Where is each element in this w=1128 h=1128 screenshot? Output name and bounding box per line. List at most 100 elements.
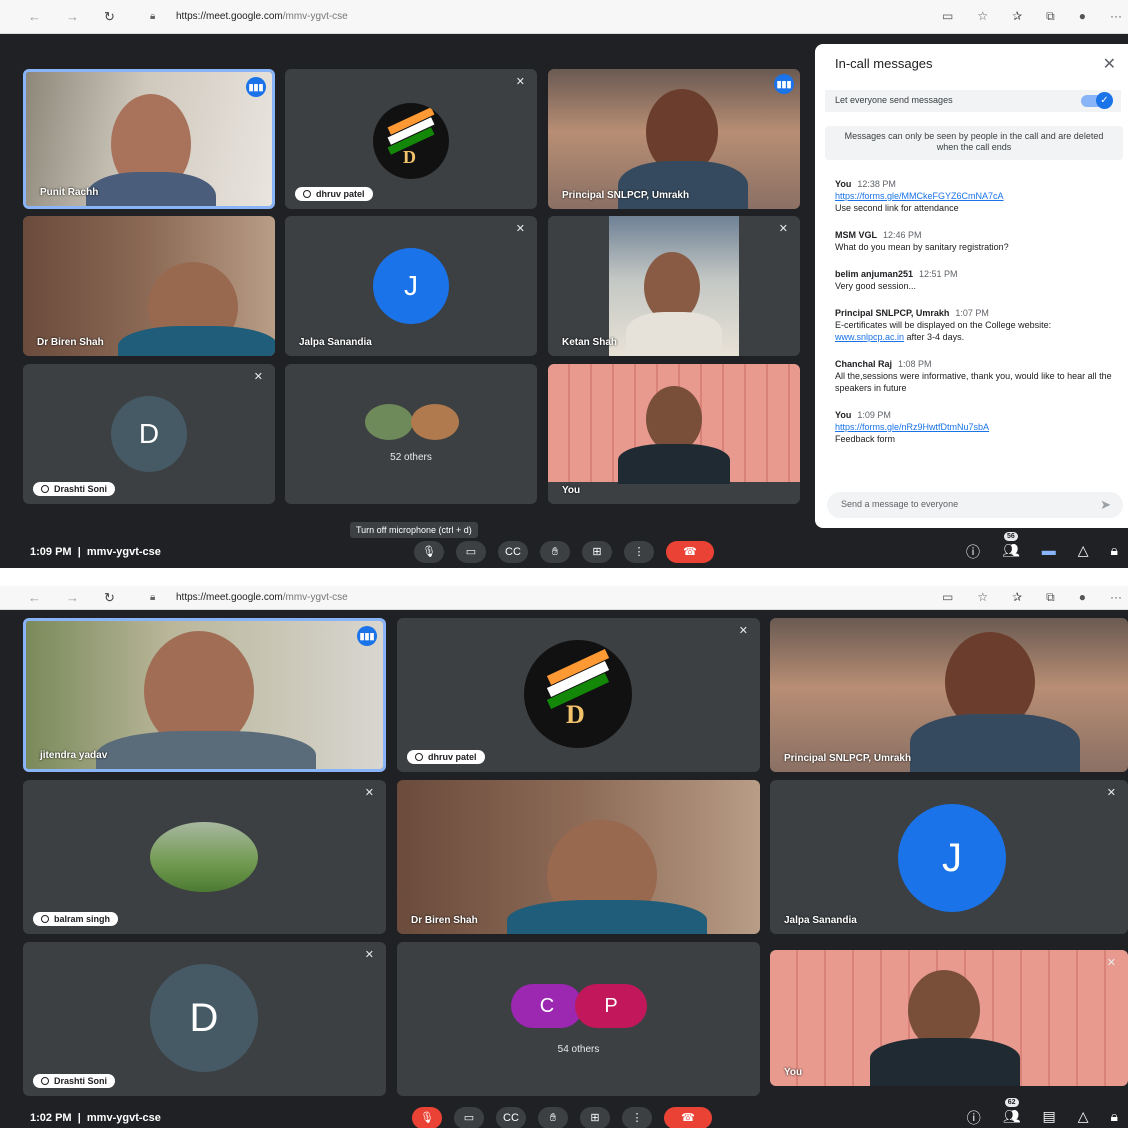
- participant-tile-balram[interactable]: ✕ balram singh: [23, 780, 386, 934]
- message-link[interactable]: https://forms.gle/nRz9HwtfDtmNu7sbA: [835, 422, 989, 432]
- back-icon[interactable]: ←: [28, 9, 41, 24]
- captions-button[interactable]: CC: [498, 541, 528, 563]
- close-icon[interactable]: ✕: [1103, 54, 1116, 74]
- favorites-list-icon[interactable]: ✰: [1012, 590, 1022, 605]
- people-icon[interactable]: 👥︎ 62: [1003, 1098, 1021, 1128]
- camera-permission-icon[interactable]: ▭: [942, 9, 953, 24]
- participant-tile-you[interactable]: ✕ You: [770, 950, 1128, 1086]
- back-icon[interactable]: ←: [28, 590, 41, 605]
- call-controls: 🎙︎ ▭ CC ✋︎ ⊞ ⋮ ☎︎: [414, 541, 714, 563]
- reload-icon[interactable]: ↻: [104, 590, 115, 606]
- avatar: D: [524, 640, 632, 748]
- host-controls-icon[interactable]: 🔒︎: [1111, 1108, 1118, 1128]
- participant-count-badge: 62: [1004, 1098, 1019, 1107]
- meeting-controls-bar: 1:09 PM | mmv-ygvt-cse 🎙︎ ▭ CC ✋︎ ⊞ ⋮ ☎︎…: [0, 532, 1128, 568]
- participant-tile-biren[interactable]: Dr Biren Shah: [23, 216, 275, 356]
- present-button[interactable]: ⊞: [582, 541, 612, 563]
- participant-name: Principal SNLPCP, Umrakh: [562, 190, 690, 201]
- profile-icon[interactable]: ●: [1079, 590, 1086, 605]
- speaking-indicator-icon: ▮▮▮: [246, 77, 266, 97]
- participant-tile-jalpa[interactable]: ✕ J Jalpa Sanandia: [285, 216, 537, 356]
- participant-name-chip: dhruv patel: [295, 187, 373, 201]
- avatar: [411, 404, 459, 440]
- more-icon[interactable]: ···: [1110, 9, 1122, 24]
- profile-icon[interactable]: ●: [1079, 9, 1086, 24]
- send-icon[interactable]: ➤: [1100, 497, 1111, 513]
- lock-icon[interactable]: 🔒︎: [150, 11, 155, 22]
- participant-name: Dr Biren Shah: [411, 915, 478, 926]
- present-button[interactable]: ⊞: [580, 1107, 610, 1128]
- end-call-button[interactable]: ☎︎: [664, 1107, 712, 1128]
- collections-icon[interactable]: ⧉: [1046, 590, 1055, 605]
- collections-icon[interactable]: ⧉: [1046, 9, 1055, 24]
- panel-title: In-call messages: [835, 56, 933, 71]
- participant-name: jitendra yadav: [40, 750, 108, 761]
- raise-hand-button[interactable]: ✋︎: [538, 1107, 568, 1128]
- send-messages-setting: Let everyone send messages: [825, 90, 1121, 112]
- participant-tile-principal[interactable]: ▮▮▮ Principal SNLPCP, Umrakh: [548, 69, 800, 209]
- participant-tile-jitendra[interactable]: ▮▮▮ jitendra yadav: [23, 618, 386, 772]
- participant-name: Principal SNLPCP, Umrakh: [784, 753, 912, 764]
- participant-tile-principal[interactable]: Principal SNLPCP, Umrakh: [770, 618, 1128, 772]
- activities-icon[interactable]: △: [1078, 1108, 1089, 1128]
- end-call-button[interactable]: ☎︎: [666, 541, 714, 563]
- captions-button[interactable]: CC: [496, 1107, 526, 1128]
- favorite-icon[interactable]: ☆: [977, 9, 988, 24]
- address-bar[interactable]: https://meet.google.com/mmv-ygvt-cse: [176, 592, 348, 603]
- lock-icon[interactable]: 🔒︎: [150, 592, 155, 603]
- host-controls-icon[interactable]: 🔒︎: [1111, 542, 1118, 562]
- info-icon[interactable]: ⓘ: [967, 1108, 981, 1128]
- side-controls: ⓘ 👥︎ 56 ▬ △ 🔒︎: [966, 532, 1118, 562]
- participant-tile-dhruv[interactable]: ✕ D dhruv patel: [285, 69, 537, 209]
- favorites-list-icon[interactable]: ✰: [1012, 9, 1022, 24]
- participant-name-chip: Drashti Soni: [33, 1074, 116, 1088]
- camera-button[interactable]: ▭: [456, 541, 486, 563]
- camera-permission-icon[interactable]: ▭: [942, 590, 953, 605]
- message-link[interactable]: https://forms.gle/MMCkeFGYZ6CmNA7cA: [835, 191, 1004, 201]
- avatar: [365, 404, 413, 440]
- favorite-icon[interactable]: ☆: [977, 590, 988, 605]
- participant-tile-biren[interactable]: Dr Biren Shah: [397, 780, 760, 934]
- avatar: D: [150, 964, 258, 1072]
- participant-name: Jalpa Sanandia: [299, 337, 372, 348]
- more-options-button[interactable]: ⋮: [622, 1107, 652, 1128]
- address-bar[interactable]: https://meet.google.com/mmv-ygvt-cse: [176, 11, 348, 22]
- participant-tile-drashti[interactable]: ✕ D Drashti Soni: [23, 364, 275, 504]
- participant-tile-jalpa[interactable]: ✕ J Jalpa Sanandia: [770, 780, 1128, 934]
- microphone-button[interactable]: 🎙︎: [414, 541, 444, 563]
- mic-muted-icon: ✕: [738, 625, 748, 637]
- more-icon[interactable]: ···: [1110, 590, 1122, 605]
- call-controls: 🎙︎ ▭ CC ✋︎ ⊞ ⋮ ☎︎: [412, 1107, 712, 1128]
- send-messages-toggle[interactable]: [1081, 92, 1113, 109]
- chat-message: Chanchal Raj 1:08 PM All the,sessions wer…: [835, 359, 1112, 393]
- chat-icon[interactable]: ▤: [1043, 1108, 1056, 1128]
- raise-hand-button[interactable]: ✋︎: [540, 541, 570, 563]
- forward-icon[interactable]: →: [66, 590, 79, 605]
- chat-icon[interactable]: ▬: [1042, 542, 1056, 562]
- chat-panel: In-call messages ✕ Let everyone send mes…: [815, 44, 1128, 528]
- meeting-details: 1:02 PM | mmv-ygvt-cse: [30, 1112, 161, 1124]
- participant-name: You: [784, 1067, 803, 1078]
- pin-icon: [41, 1077, 49, 1085]
- microphone-off-button[interactable]: 🎙︎: [412, 1107, 442, 1128]
- participant-tile-drashti[interactable]: ✕ D Drashti Soni: [23, 942, 386, 1096]
- participant-name: Ketan Shah: [562, 337, 618, 348]
- forward-icon[interactable]: →: [66, 9, 79, 24]
- message-input[interactable]: Send a message to everyone ➤: [827, 492, 1123, 518]
- more-options-button[interactable]: ⋮: [624, 541, 654, 563]
- participant-tile-others[interactable]: C P 54 others: [397, 942, 760, 1096]
- chat-message: Principal SNLPCP, Umrakh 1:07 PM E-certif…: [835, 308, 1052, 342]
- reload-icon[interactable]: ↻: [104, 9, 115, 25]
- participant-tile-dhruv[interactable]: ✕ D dhruv patel: [397, 618, 760, 772]
- camera-button[interactable]: ▭: [454, 1107, 484, 1128]
- pin-icon: [415, 753, 423, 761]
- message-link[interactable]: www.snlpcp.ac.in: [835, 332, 904, 342]
- activities-icon[interactable]: △: [1078, 542, 1089, 562]
- participant-tile-you[interactable]: You: [548, 364, 800, 504]
- info-icon[interactable]: ⓘ: [966, 542, 980, 562]
- participant-tile-others[interactable]: 52 others: [285, 364, 537, 504]
- browser-toolbar: ← → ↻ 🔒︎ https://meet.google.com/mmv-ygv…: [0, 586, 1128, 610]
- participant-tile-ketan[interactable]: ✕ Ketan Shah: [548, 216, 800, 356]
- people-icon[interactable]: 👥︎ 56: [1002, 532, 1020, 562]
- participant-tile-punit[interactable]: ▮▮▮ Punit Rachh: [23, 69, 275, 209]
